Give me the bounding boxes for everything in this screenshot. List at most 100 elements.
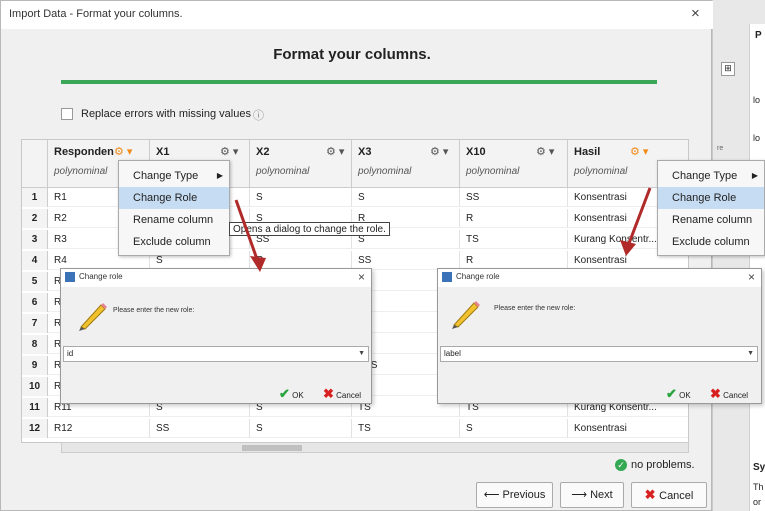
chevron-down-icon[interactable]: ▼ <box>747 347 754 361</box>
column-context-menu-right: Change Type ▶ Change Role Rename column E… <box>657 160 765 256</box>
next-button[interactable]: ⟶ Next <box>560 482 624 508</box>
grid-corner <box>22 140 48 188</box>
bg-label-p: P <box>755 30 762 41</box>
bg-label-lo1: lo <box>753 95 761 105</box>
change-role-title: Change role <box>456 272 500 281</box>
table-cell[interactable]: R12 <box>48 419 150 438</box>
menu-item-rename-column[interactable]: Rename column <box>658 209 764 231</box>
column-header-name: X10 <box>466 146 486 158</box>
cancel-label: Cancel <box>723 391 749 400</box>
cancel-x-icon: ✖ <box>644 487 660 502</box>
gear-icon[interactable]: ⚙ ▾ <box>220 145 238 158</box>
bg-label-sy: Sy <box>753 462 765 473</box>
close-icon[interactable]: × <box>748 270 755 284</box>
menu-item-exclude-column[interactable]: Exclude column <box>119 231 229 253</box>
menu-item-rename-column[interactable]: Rename column <box>119 209 229 231</box>
tooltip: Opens a dialog to change the role. <box>229 222 390 236</box>
app-icon <box>442 272 452 282</box>
gear-icon[interactable]: ⚙ ▾ <box>630 145 648 158</box>
horizontal-scrollbar[interactable] <box>61 442 689 453</box>
column-header-name: X2 <box>256 146 270 158</box>
cancel-button-left[interactable]: ✖ Cancel <box>323 385 371 403</box>
ok-button-right[interactable]: ✔ OK <box>666 385 706 403</box>
close-icon[interactable]: × <box>691 5 700 22</box>
column-header-type: polynominal <box>466 166 520 177</box>
column-header[interactable]: X3 polynominal ⚙ ▾ <box>352 140 460 188</box>
chevron-down-icon[interactable]: ▼ <box>358 347 365 361</box>
role-input-left[interactable]: id ▼ <box>63 346 369 362</box>
replace-errors-checkbox[interactable] <box>61 108 73 120</box>
bg-label-or: or <box>753 497 762 507</box>
column-header-type: polynominal <box>358 166 412 177</box>
row-number: 6 <box>22 293 48 312</box>
previous-label: Previous <box>502 489 546 501</box>
table-cell[interactable]: S <box>352 188 460 207</box>
row-number: 11 <box>22 398 48 417</box>
gear-icon[interactable]: ⚙ ▾ <box>430 145 448 158</box>
ok-label: OK <box>292 391 304 400</box>
gear-icon[interactable]: ⚙ ▾ <box>326 145 344 158</box>
table-cell[interactable]: S <box>250 188 352 207</box>
change-role-prompt: Please enter the new role: <box>113 307 195 314</box>
submenu-arrow-icon: ▶ <box>751 171 758 180</box>
table-cell[interactable]: TS <box>352 419 460 438</box>
gear-icon[interactable]: ⚙ ▾ <box>536 145 554 158</box>
bg-grid-icon: ⊞ <box>721 62 735 76</box>
table-cell[interactable]: S <box>460 419 568 438</box>
table-cell[interactable]: SS <box>460 188 568 207</box>
wizard-progress-fill <box>61 80 657 84</box>
bg-label-res: re <box>717 145 724 152</box>
bg-label-lo2: lo <box>753 133 761 143</box>
check-icon: ✔ <box>279 386 290 401</box>
table-cell[interactable]: TS <box>460 230 568 249</box>
page-header: Format your columns. <box>273 46 431 63</box>
menu-item-change-role[interactable]: Change Role <box>119 187 229 209</box>
arrow-left-icon: ⟵ <box>483 489 503 501</box>
row-number: 9 <box>22 356 48 375</box>
row-number: 1 <box>22 188 48 207</box>
dialog-title: Import Data - Format your columns. <box>9 8 183 20</box>
change-role-titlebar: Change role × <box>438 269 761 287</box>
menu-item-label: Change Role <box>672 192 737 204</box>
status-text: no problems. <box>631 459 695 471</box>
role-input-right[interactable]: label ▼ <box>440 346 758 362</box>
cancel-label: Cancel <box>336 391 362 400</box>
table-cell[interactable]: Konsentrasi <box>568 419 688 438</box>
column-header[interactable]: X10 polynominal ⚙ ▾ <box>460 140 568 188</box>
role-input-value: label <box>444 349 461 358</box>
table-cell[interactable]: SS <box>150 419 250 438</box>
menu-item-change-type[interactable]: Change Type ▶ <box>658 165 764 187</box>
menu-item-change-type[interactable]: Change Type ▶ <box>119 165 229 187</box>
change-role-dialog-left: Change role × Please enter the new role:… <box>60 268 372 404</box>
table-cell[interactable]: S <box>250 419 352 438</box>
cancel-x-icon: ✖ <box>710 386 721 401</box>
previous-button[interactable]: ⟵ Previous <box>476 482 553 508</box>
app-icon <box>65 272 75 282</box>
row-number: 2 <box>22 209 48 228</box>
menu-item-label: Change Type <box>672 170 738 182</box>
close-icon[interactable]: × <box>358 270 365 284</box>
gear-icon[interactable]: ⚙ ▾ <box>114 145 132 158</box>
menu-item-exclude-column[interactable]: Exclude column <box>658 231 764 253</box>
column-header[interactable]: X2 polynominal ⚙ ▾ <box>250 140 352 188</box>
column-header-name: X3 <box>358 146 372 158</box>
info-icon[interactable]: ⓘ <box>253 107 264 123</box>
column-header-name: X1 <box>156 146 170 158</box>
ok-button-left[interactable]: ✔ OK <box>279 385 319 403</box>
table-cell[interactable]: R <box>460 209 568 228</box>
row-number: 4 <box>22 251 48 270</box>
change-role-title: Change role <box>79 272 123 281</box>
cancel-button[interactable]: ✖ Cancel <box>631 482 707 508</box>
next-label: Next <box>590 489 613 501</box>
row-number: 7 <box>22 314 48 333</box>
row-number: 8 <box>22 335 48 354</box>
cancel-label: Cancel <box>659 490 694 502</box>
cancel-button-right[interactable]: ✖ Cancel <box>710 385 760 403</box>
row-number: 5 <box>22 272 48 291</box>
column-header-type: polynominal <box>574 166 628 177</box>
menu-item-label: Exclude column <box>672 236 750 248</box>
wizard-progress-bar <box>61 80 657 84</box>
scrollbar-thumb[interactable] <box>242 445 302 451</box>
cancel-x-icon: ✖ <box>323 386 334 401</box>
menu-item-change-role[interactable]: Change Role <box>658 187 764 209</box>
